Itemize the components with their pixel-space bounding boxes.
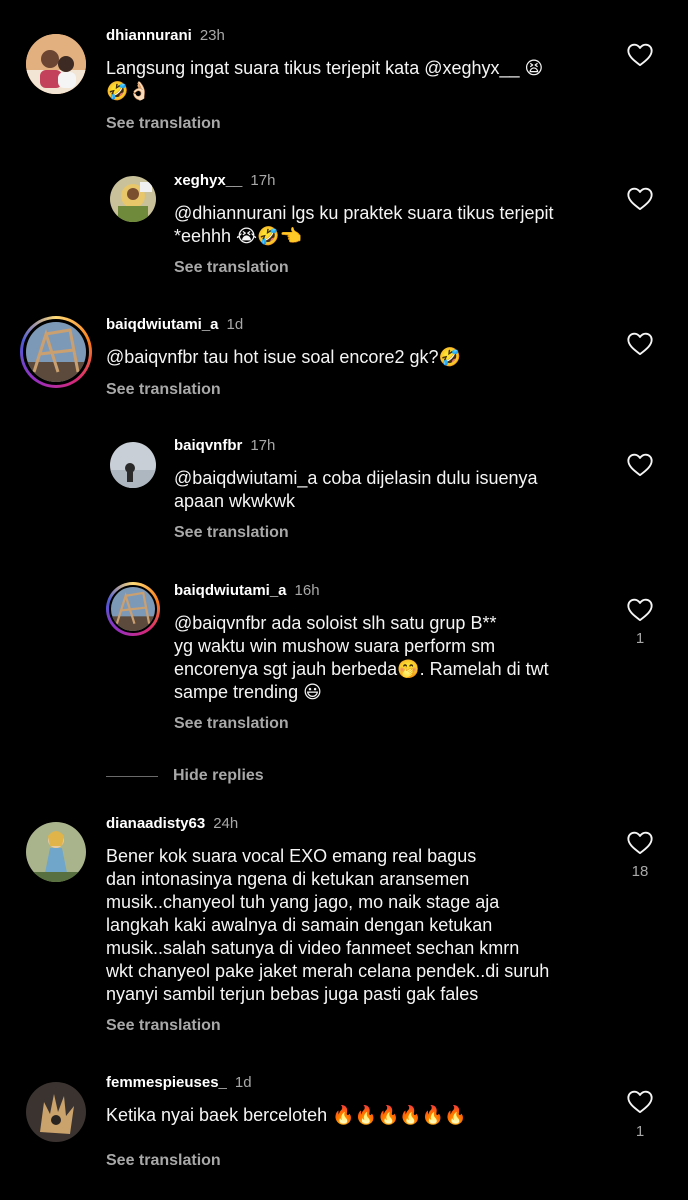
see-translation-link[interactable]: See translation [174,259,289,277]
see-translation-link[interactable]: See translation [174,524,289,542]
heart-outline-icon[interactable] [626,330,654,356]
username[interactable]: baiqvnfbr [174,437,242,454]
see-translation-link[interactable]: See translation [174,715,289,733]
heart-outline-icon[interactable] [626,41,654,67]
avatar[interactable] [26,34,86,94]
comment-text: @baiqdwiutami_a coba dijelasin dulu isue… [174,468,538,511]
avatar[interactable] [106,582,160,636]
timestamp: 17h [250,172,276,189]
comment-meta: baiqdwiutami_a 16h [174,582,320,600]
username[interactable]: baiqdwiutami_a [174,582,287,599]
comment-item: dhiannurani 23h Langsung ingat suara tiku… [0,0,688,150]
timestamp: 1d [226,316,244,333]
hide-replies-label: Hide replies [173,767,264,784]
comment-meta: baiqdwiutami_a 1d [106,316,243,334]
see-translation-link[interactable]: See translation [106,1152,221,1170]
avatar[interactable] [26,822,86,882]
username[interactable]: dhiannurani [106,27,192,44]
comment-item: baiqdwiutami_a 1d @baiqvnfbr tau hot isue… [0,300,688,420]
hide-replies-button[interactable]: Hide replies [106,765,264,787]
reply-item: xeghyx__ 17h @dhiannurani lgs ku praktek … [0,150,688,300]
timestamp: 16h [294,582,320,599]
divider [106,775,158,777]
heart-outline-icon[interactable] [626,829,654,855]
timestamp: 1d [234,1074,252,1091]
reply-item: baiqvnfbr 17h @baiqdwiutami_a coba dijela… [0,420,688,570]
like-count: 1 [635,1123,645,1140]
like-count: 1 [635,630,645,647]
comment-text: Bener kok suara vocal EXO emang real bag… [106,846,550,1004]
comment-text: Ketika nyai baek berceloteh 🔥🔥🔥🔥🔥🔥 [106,1105,467,1125]
timestamp: 23h [199,27,225,44]
like-count: 18 [631,863,649,880]
username[interactable]: dianaadisty63 [106,815,205,832]
heart-outline-icon[interactable] [626,451,654,477]
username[interactable]: baiqdwiutami_a [106,316,219,333]
comment-meta: dianaadisty63 24h [106,815,238,833]
reply-item: baiqdwiutami_a 16h @baiqvnfbr ada soloist… [0,570,688,750]
heart-outline-icon[interactable] [626,596,654,622]
avatar[interactable] [20,316,92,388]
comment-item: dianaadisty63 24h Bener kok suara vocal E… [0,800,688,1060]
timestamp: 17h [250,437,276,454]
heart-outline-icon[interactable] [626,1088,654,1114]
username[interactable]: xeghyx__ [174,172,242,189]
comment-meta: baiqvnfbr 17h [174,437,275,455]
username[interactable]: femmespieuses_ [106,1074,227,1091]
comment-text: @dhiannurani lgs ku praktek suara tikus … [174,203,554,246]
comment-item: femmespieuses_ 1d Ketika nyai baek bercel… [0,1060,688,1200]
see-translation-link[interactable]: See translation [106,1017,221,1035]
comment-text: @baiqvnfbr tau hot isue soal encore2 gk?… [106,347,461,367]
avatar[interactable] [110,442,156,488]
see-translation-link[interactable]: See translation [106,381,221,399]
comment-meta: xeghyx__ 17h [174,172,275,190]
heart-outline-icon[interactable] [626,185,654,211]
see-translation-link[interactable]: See translation [106,115,221,133]
comment-text: @baiqvnfbr ada soloist slh satu grup B**… [174,613,549,702]
avatar[interactable] [26,1082,86,1142]
comment-meta: dhiannurani 23h [106,27,225,45]
timestamp: 24h [213,815,239,832]
comment-text: Langsung ingat suara tikus terjepit kata… [106,58,544,101]
comment-meta: femmespieuses_ 1d [106,1074,252,1092]
avatar[interactable] [110,176,156,222]
